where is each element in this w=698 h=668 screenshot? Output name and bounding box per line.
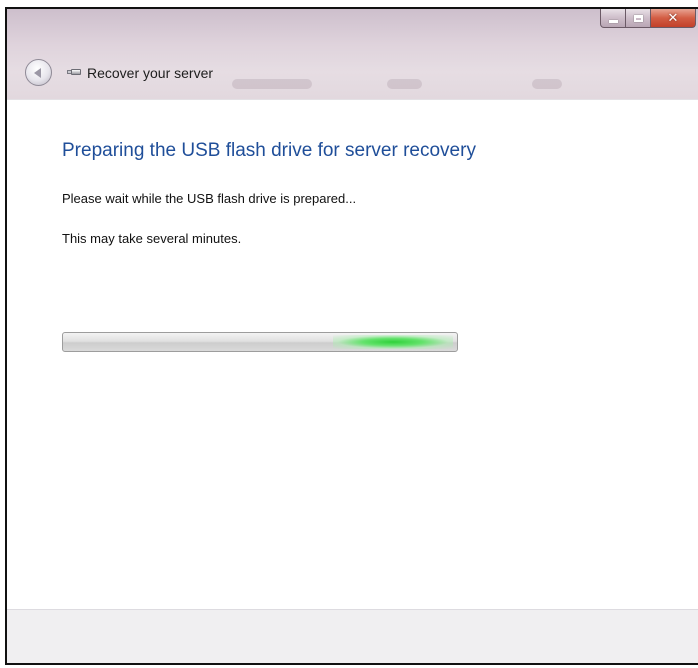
- wizard-footer: [7, 609, 698, 663]
- wizard-window: ✕ Recover your server Preparing the USB …: [5, 7, 698, 665]
- maximize-icon: [633, 14, 643, 22]
- progress-bar: [62, 332, 458, 352]
- wizard-title: Recover your server: [87, 65, 214, 81]
- progress-marquee-glow: [333, 335, 453, 349]
- back-button[interactable]: [25, 59, 52, 86]
- title-bar[interactable]: ✕ Recover your server: [7, 9, 698, 99]
- close-icon: ✕: [667, 10, 679, 26]
- wizard-content: Preparing the USB flash drive for server…: [7, 99, 698, 613]
- blurred-background: [232, 79, 312, 89]
- blurred-background: [532, 79, 562, 89]
- minimize-icon: [608, 19, 618, 23]
- duration-note: This may take several minutes.: [62, 231, 242, 246]
- window-controls: ✕: [600, 9, 696, 28]
- back-arrow-icon: [34, 67, 41, 78]
- blurred-background: [387, 79, 422, 89]
- maximize-button[interactable]: [626, 9, 651, 28]
- close-button[interactable]: ✕: [651, 9, 696, 28]
- page-heading: Preparing the USB flash drive for server…: [62, 140, 476, 161]
- status-message: Please wait while the USB flash drive is…: [62, 191, 357, 206]
- minimize-button[interactable]: [600, 9, 626, 28]
- usb-drive-icon: [67, 69, 81, 75]
